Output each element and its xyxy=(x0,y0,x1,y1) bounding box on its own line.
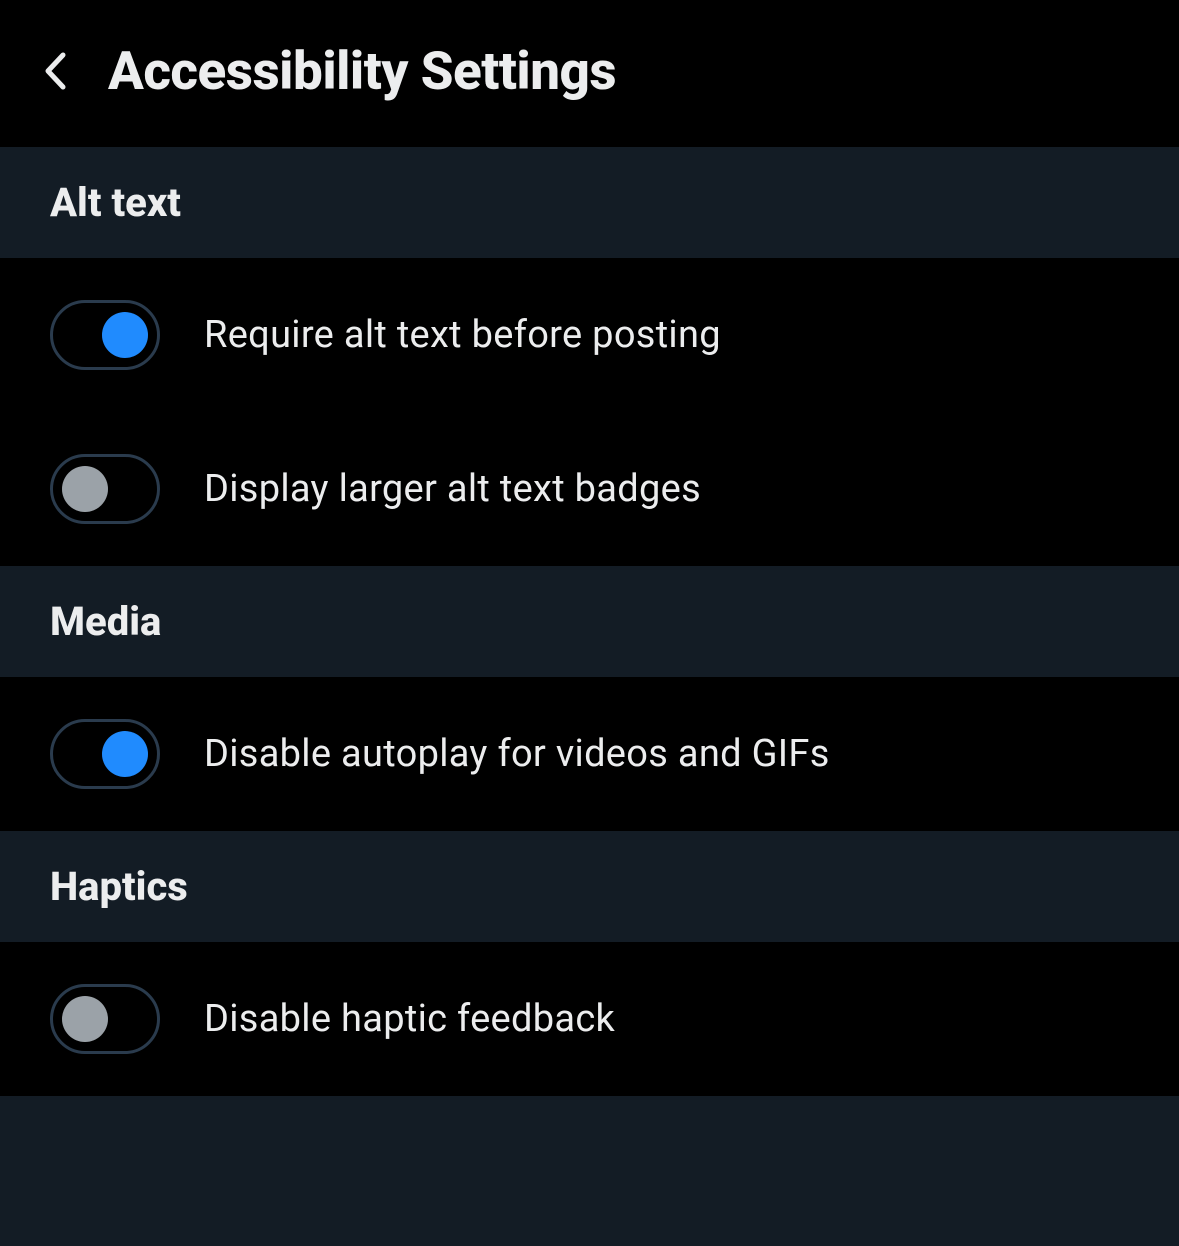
section-title: Haptics xyxy=(50,863,1129,910)
toggle-disable-haptics[interactable] xyxy=(50,984,160,1054)
setting-label: Disable haptic feedback xyxy=(204,997,615,1041)
setting-row: Display larger alt text badges xyxy=(0,412,1179,566)
section-title: Media xyxy=(50,598,1129,645)
section-title: Alt text xyxy=(50,179,1129,226)
setting-label: Disable autoplay for videos and GIFs xyxy=(204,732,830,776)
setting-row: Disable autoplay for videos and GIFs xyxy=(0,677,1179,831)
section-header-haptics: Haptics xyxy=(0,831,1179,942)
chevron-left-icon xyxy=(44,52,66,90)
toggle-knob xyxy=(62,466,108,512)
setting-label: Require alt text before posting xyxy=(204,313,721,357)
toggle-larger-alt-badges[interactable] xyxy=(50,454,160,524)
toggle-knob xyxy=(62,996,108,1042)
header: Accessibility Settings xyxy=(0,0,1179,147)
section-header-media: Media xyxy=(0,566,1179,677)
back-button[interactable] xyxy=(40,51,70,91)
settings-group-alt-text: Require alt text before posting Display … xyxy=(0,258,1179,566)
footer-spacer xyxy=(0,1096,1179,1246)
setting-row: Disable haptic feedback xyxy=(0,942,1179,1096)
settings-group-haptics: Disable haptic feedback xyxy=(0,942,1179,1096)
setting-row: Require alt text before posting xyxy=(0,258,1179,412)
page-title: Accessibility Settings xyxy=(108,40,616,102)
section-header-alt-text: Alt text xyxy=(0,147,1179,258)
settings-group-media: Disable autoplay for videos and GIFs xyxy=(0,677,1179,831)
toggle-require-alt-text[interactable] xyxy=(50,300,160,370)
setting-label: Display larger alt text badges xyxy=(204,467,701,511)
toggle-knob xyxy=(102,731,148,777)
toggle-knob xyxy=(102,312,148,358)
toggle-disable-autoplay[interactable] xyxy=(50,719,160,789)
